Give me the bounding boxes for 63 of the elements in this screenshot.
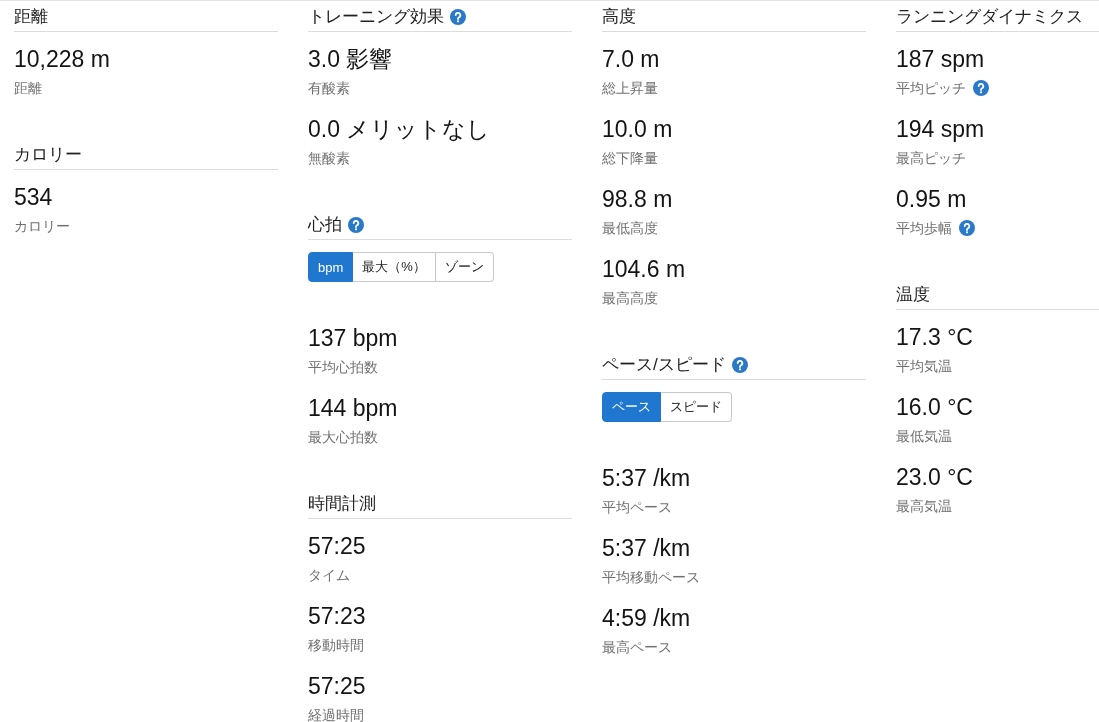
help-icon[interactable] — [348, 217, 364, 233]
stat-value: 5:37 /km — [602, 534, 691, 563]
stat-label: 距離 — [14, 79, 42, 97]
stat-value: 10.0 m — [602, 115, 673, 144]
section-heading: 時間計測 — [308, 493, 376, 515]
stat-label: 無酸素 — [308, 149, 350, 167]
unit-toggle-button[interactable]: ペース — [602, 392, 661, 422]
section-heading: カロリー — [14, 144, 82, 166]
section-heading: トレーニング効果 — [308, 6, 444, 28]
unit-toggle-button[interactable]: スピード — [661, 392, 732, 422]
stat-label: 平均移動ペース — [602, 568, 700, 586]
stat-label: 平均ピッチ — [896, 79, 966, 97]
stat-label: タイム — [308, 566, 350, 584]
stat-value: 57:25 — [308, 672, 366, 701]
section-heading: 高度 — [602, 6, 636, 28]
stat-label: 最低高度 — [602, 219, 658, 237]
stat-label: 平均ペース — [602, 498, 672, 516]
stat-value: 57:25 — [308, 532, 366, 561]
stat-label: 最低気温 — [896, 427, 952, 445]
stat-label: 最高気温 — [896, 497, 952, 515]
help-icon[interactable] — [450, 9, 466, 25]
stat-value: 16.0 °C — [896, 393, 973, 422]
stat-label: 最高ペース — [602, 638, 672, 656]
stat-label: 移動時間 — [308, 636, 364, 654]
stat-value: 3.0 影響 — [308, 45, 393, 74]
section-heading: ペース/スピード — [602, 354, 726, 376]
stat-value: 4:59 /km — [602, 604, 691, 633]
stat-label: 平均気温 — [896, 357, 952, 375]
unit-toggle-button[interactable]: ゾーン — [435, 252, 494, 282]
stat-label: 経過時間 — [308, 706, 364, 722]
stat-label: 平均歩幅 — [896, 219, 952, 237]
stat-value: 104.6 m — [602, 255, 686, 284]
stat-value: 98.8 m — [602, 185, 673, 214]
help-icon[interactable] — [959, 220, 975, 236]
stat-value: 57:23 — [308, 602, 366, 631]
stat-label: 総下降量 — [602, 149, 658, 167]
stat-label: 有酸素 — [308, 79, 350, 97]
stat-value: 10,228 m — [14, 45, 110, 74]
stat-value: 137 bpm — [308, 324, 398, 353]
stat-value: 144 bpm — [308, 394, 398, 423]
help-icon[interactable] — [973, 80, 989, 96]
stat-value: 187 spm — [896, 45, 985, 74]
stat-label: 最高高度 — [602, 289, 658, 307]
stat-value: 17.3 °C — [896, 323, 973, 352]
section-heading: 心拍 — [308, 214, 342, 236]
section-heading: 距離 — [14, 6, 48, 28]
stat-value: 5:37 /km — [602, 464, 691, 493]
stat-label: 平均心拍数 — [308, 358, 378, 376]
stat-label: 最高ピッチ — [896, 149, 966, 167]
unit-toggle-button[interactable]: 最大（%） — [353, 252, 436, 282]
stat-value: 194 spm — [896, 115, 985, 144]
stat-value: 23.0 °C — [896, 463, 973, 492]
stat-label: カロリー — [14, 217, 70, 235]
stat-value: 0.0 メリットなし — [308, 115, 491, 144]
stat-value: 534 — [14, 183, 53, 212]
section-heading: ランニングダイナミクス — [896, 6, 1083, 28]
stat-label: 総上昇量 — [602, 79, 658, 97]
help-icon[interactable] — [731, 357, 748, 373]
stat-value: 7.0 m — [602, 45, 660, 74]
unit-toggle-button[interactable]: bpm — [308, 252, 354, 282]
stat-value: 0.95 m — [896, 185, 967, 214]
section-heading: 温度 — [896, 284, 930, 306]
stat-label: 最大心拍数 — [308, 428, 378, 446]
